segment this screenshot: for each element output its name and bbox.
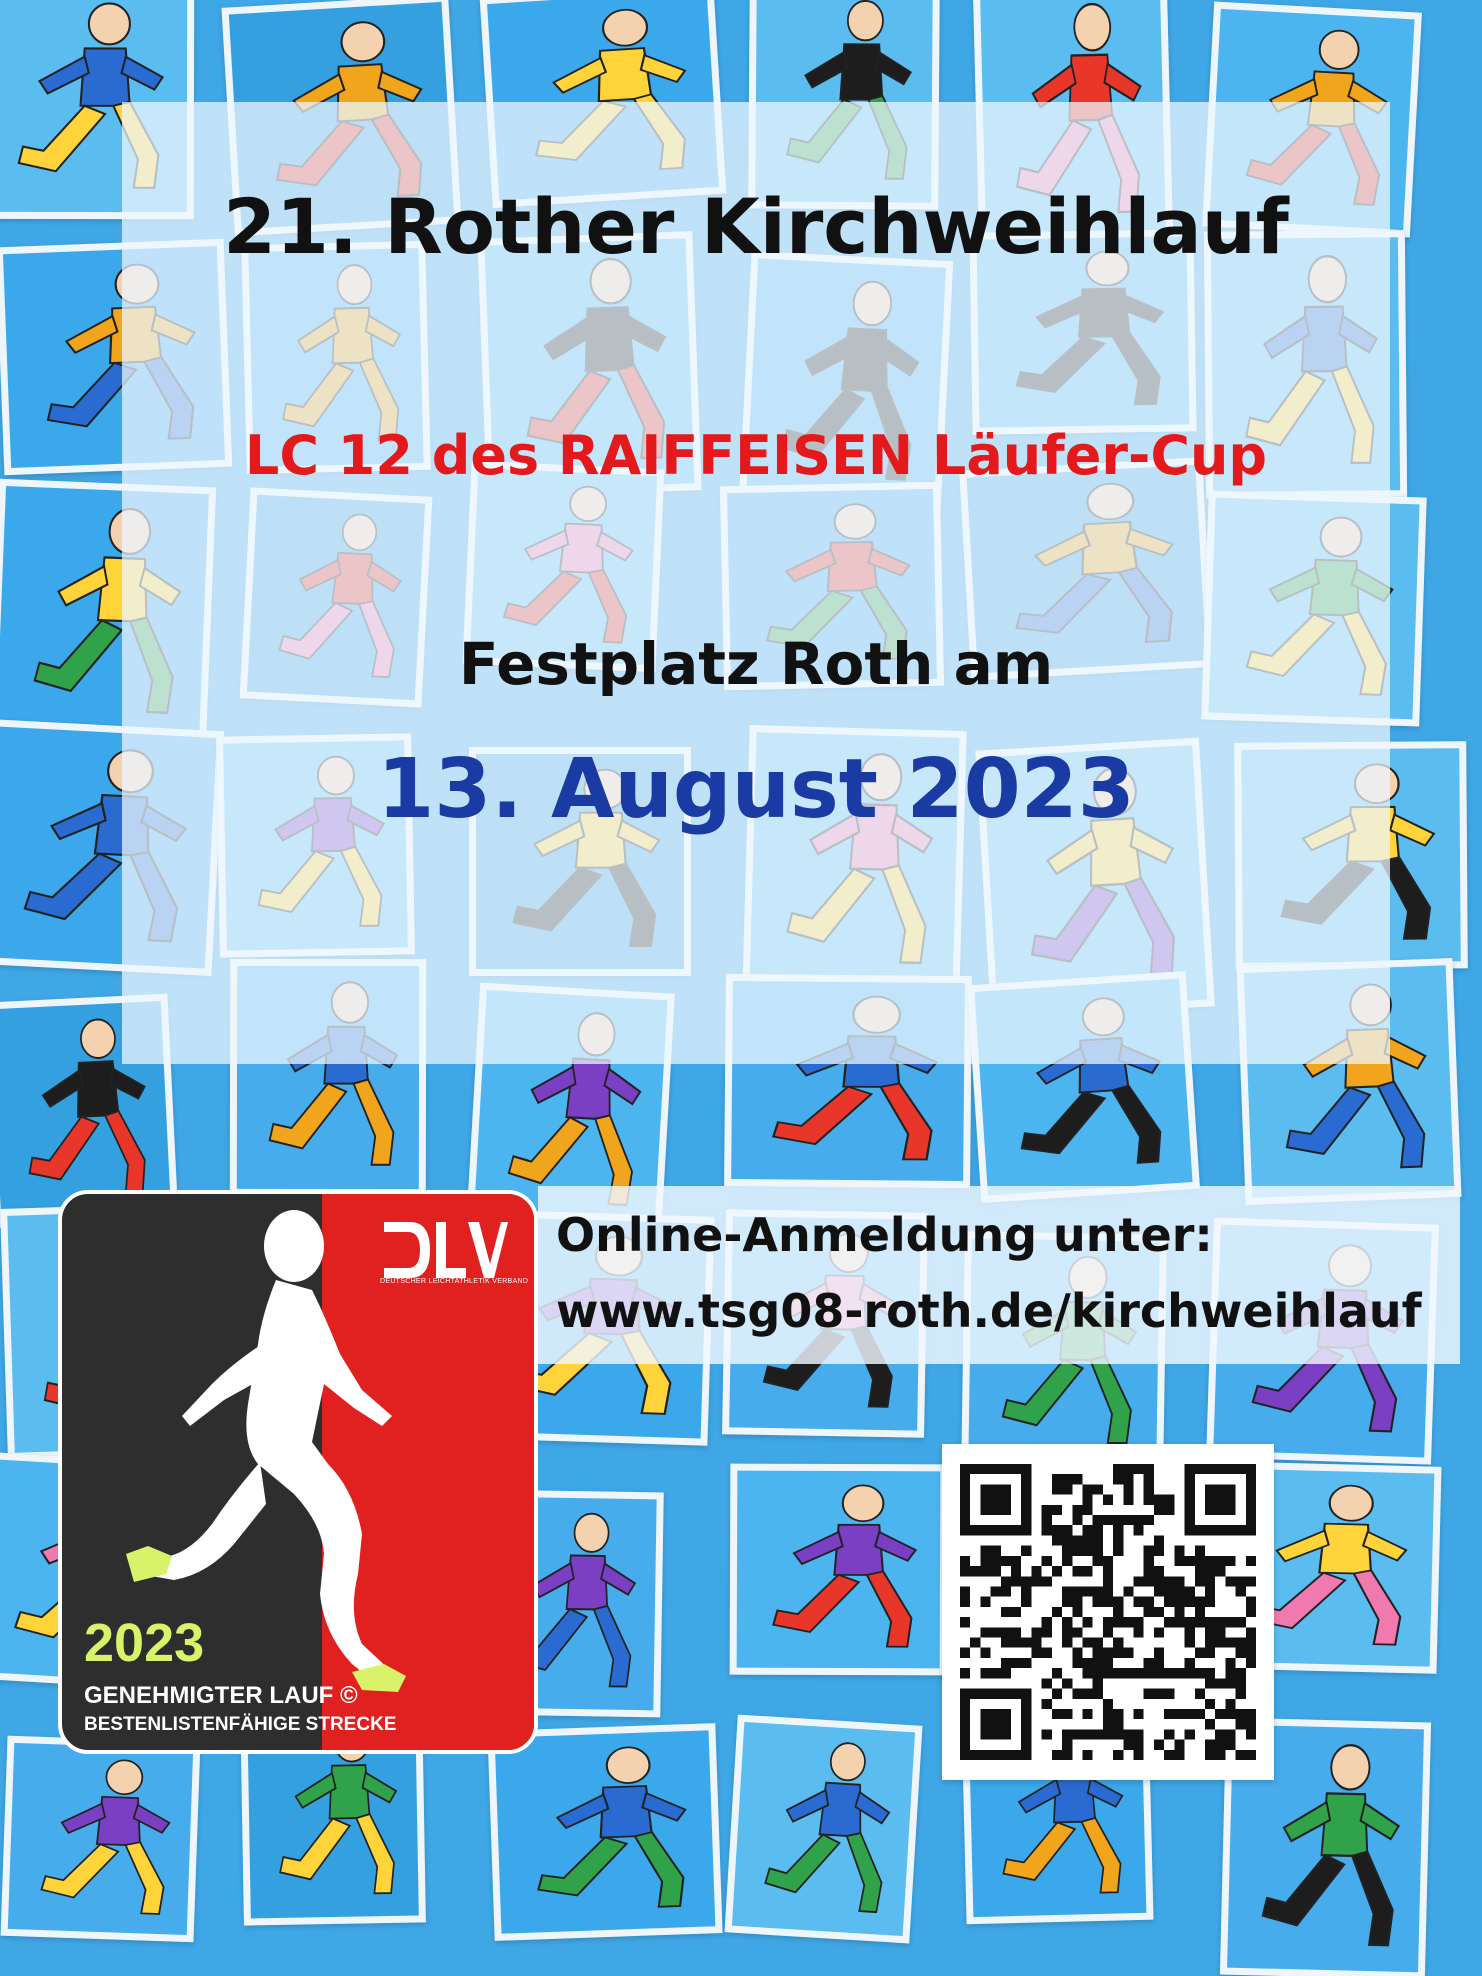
drawing-card [724, 1714, 922, 1944]
dlv-logo-subtext: DEUTSCHER LEICHTATHLETIK VERBAND [380, 1278, 529, 1285]
runner-drawing-icon [772, 1484, 918, 1648]
badge-ranking-course: BESTENLISTENFÄHIGE STRECKE [84, 1714, 397, 1735]
drawing-card [0, 1735, 201, 1943]
runner-drawing-icon [537, 1746, 688, 1909]
dlv-approval-badge: DEUTSCHER LEICHTATHLETIK VERBAND 2023 GE… [58, 1190, 538, 1754]
badge-approved-run: GENEHMIGTER LAUF © [84, 1682, 358, 1709]
runner-drawing-icon [764, 1742, 891, 1914]
dlv-logo-icon [384, 1222, 508, 1278]
event-subtitle: LC 12 des RAIFFEISEN Läufer-Cup [244, 424, 1268, 487]
event-title: 21. Rother Kirchweihlauf [223, 182, 1289, 271]
qr-code-icon[interactable] [960, 1464, 1256, 1760]
drawing-card [487, 1723, 723, 1942]
qr-code-card[interactable] [942, 1444, 1274, 1780]
runner-drawing-icon [40, 1759, 171, 1915]
event-date: 13. August 2023 [377, 742, 1135, 837]
registration-label: Online-Anmeldung unter: [556, 1208, 1213, 1262]
badge-year: 2023 [84, 1613, 205, 1673]
event-venue: Festplatz Roth am [458, 630, 1054, 698]
registration-url[interactable]: www.tsg08-roth.de/kirchweihlauf [556, 1284, 1422, 1338]
drawing-card [729, 1463, 948, 1676]
